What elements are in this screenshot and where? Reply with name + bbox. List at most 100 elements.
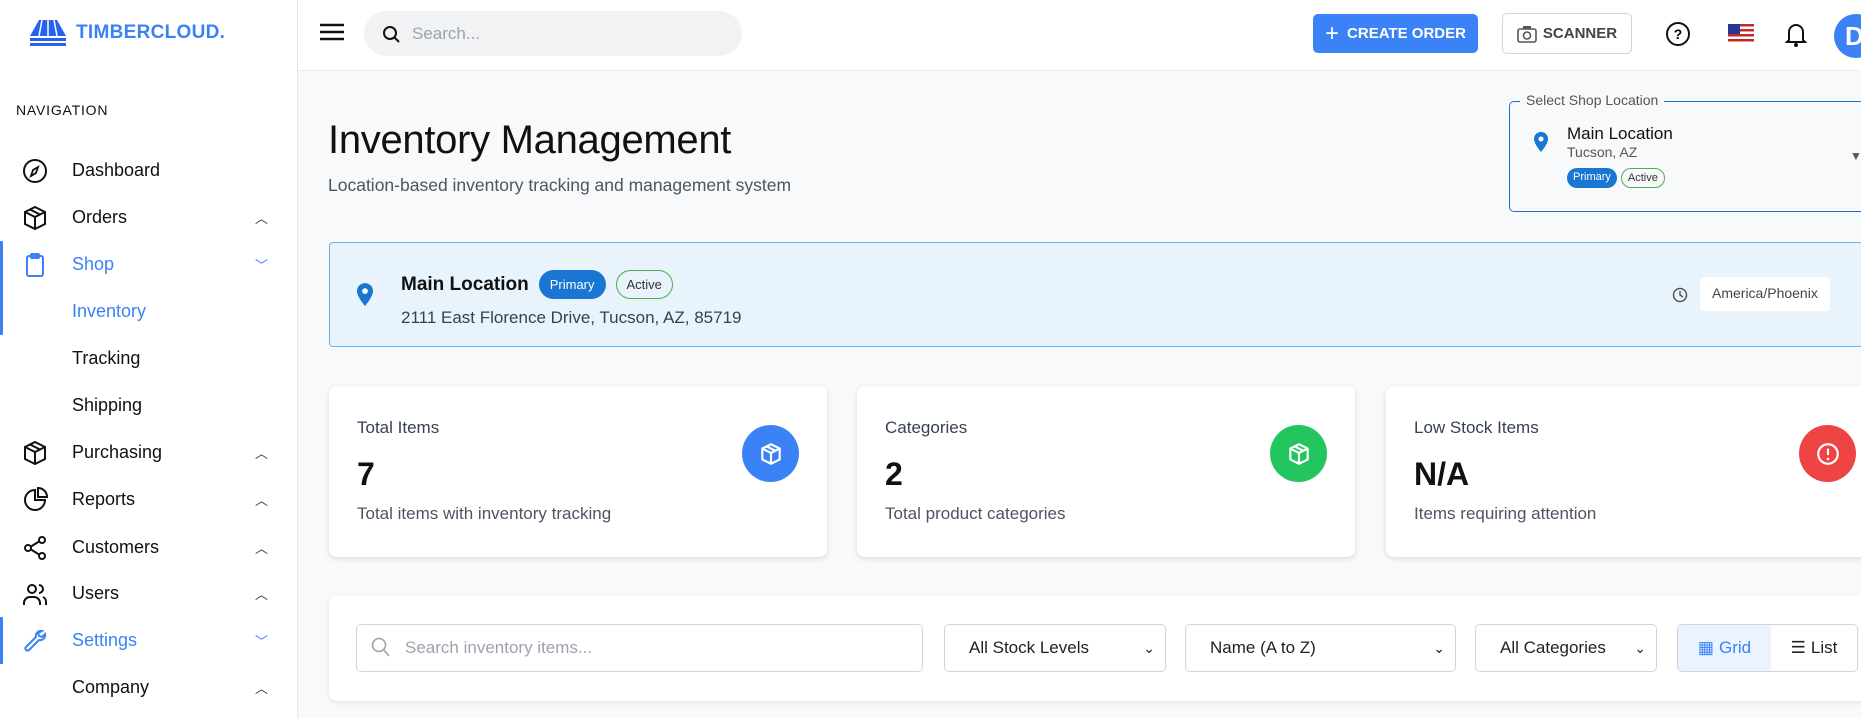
alert-circle-icon (1816, 442, 1839, 465)
grid-icon: ▦ (1697, 638, 1714, 657)
chevron-down-icon: ⌄ (1143, 639, 1155, 656)
stat-icon-badge (1270, 425, 1327, 482)
timezone-chip: America/Phoenix (1700, 277, 1830, 311)
avatar-initial: D (1845, 20, 1861, 51)
sidebar-item-tracking[interactable]: Tracking (0, 335, 298, 382)
sidebar-item-shipping[interactable]: Shipping (0, 382, 298, 429)
chevron-up-icon: ︿ (255, 681, 269, 696)
svg-text:?: ? (1674, 26, 1683, 42)
stat-description: Total items with inventory tracking (357, 504, 612, 523)
primary-badge: Primary (1567, 168, 1617, 188)
sidebar-item-label: Shop (72, 254, 115, 274)
map-pin-icon (357, 283, 373, 306)
camera-icon (1517, 25, 1537, 43)
sort-select[interactable]: Name (A to Z) ⌄ (1185, 624, 1456, 672)
stat-card-categories: Categories 2 Total product categories (857, 386, 1355, 557)
location-city: Tucson, AZ (1567, 144, 1638, 160)
active-badge: Active (615, 270, 673, 299)
users-icon (23, 583, 47, 605)
sidebar-item-settings[interactable]: Settings ﹀ (0, 617, 298, 664)
page-title: Inventory Management (328, 118, 732, 162)
menu-icon[interactable] (320, 22, 344, 47)
chevron-down-icon: ⌄ (1634, 639, 1646, 656)
sidebar-item-label: Reports (72, 489, 136, 509)
sidebar-item-label: Customers (72, 537, 160, 557)
sidebar-item-reports[interactable]: Reports ︿ (0, 476, 298, 523)
banner-location-name: Main Location (401, 273, 529, 295)
global-search-input[interactable]: Search... (364, 11, 742, 56)
stat-icon-badge (742, 425, 799, 482)
wrench-icon (24, 629, 47, 652)
active-badge: Active (1620, 168, 1665, 188)
sidebar-item-inventory[interactable]: Inventory (0, 288, 298, 335)
sidebar-item-customers[interactable]: Customers ︿ (0, 524, 298, 571)
chevron-up-icon: ︿ (255, 446, 269, 461)
sidebar-item-purchasing[interactable]: Purchasing ︿ (0, 429, 298, 476)
cube-icon (760, 442, 781, 465)
bell-icon[interactable] (1784, 21, 1808, 52)
filter-panel: Search inventory items... All Stock Leve… (329, 596, 1861, 701)
stock-level-select[interactable]: All Stock Levels ⌄ (944, 624, 1166, 672)
pie-chart-icon (24, 486, 48, 511)
map-pin-icon (1534, 132, 1548, 152)
sidebar-item-orders[interactable]: Orders ︿ (0, 194, 298, 241)
stock-level-value: All Stock Levels (969, 638, 1089, 657)
grid-view-button[interactable]: ▦ Grid (1678, 625, 1771, 671)
list-view-button[interactable]: ☰ List (1771, 638, 1857, 658)
chevron-down-icon: ﹀ (255, 258, 269, 273)
help-icon[interactable]: ? (1665, 21, 1691, 52)
category-select[interactable]: All Categories ⌄ (1475, 624, 1657, 672)
scanner-label: SCANNER (1542, 25, 1618, 42)
inventory-search-input[interactable]: Search inventory items... (356, 624, 923, 672)
sidebar-item-users[interactable]: Users ︿ (0, 570, 298, 617)
share-icon (24, 535, 46, 560)
stat-title: Total Items (357, 418, 440, 437)
list-icon: ☰ (1790, 638, 1806, 657)
package-icon (24, 205, 46, 230)
clock-icon (1672, 287, 1688, 303)
location-select-legend: Select Shop Location (1520, 92, 1665, 108)
sidebar-item-shop[interactable]: Shop ﹀ (0, 241, 298, 288)
sidebar-item-label: Company (72, 677, 150, 697)
stat-title: Categories (885, 418, 968, 437)
grid-label: Grid (1718, 638, 1752, 657)
sidebar-item-label: Inventory (72, 301, 147, 321)
sidebar-item-label: Purchasing (72, 442, 163, 462)
list-label: List (1810, 638, 1838, 657)
stat-value: 2 (885, 456, 903, 492)
stat-value: N/A (1414, 456, 1470, 492)
sidebar-item-label: Users (72, 583, 120, 603)
cube-icon (1288, 442, 1309, 465)
plus-icon: + (1325, 19, 1340, 47)
location-name: Main Location (1567, 124, 1673, 143)
logo-icon (30, 20, 66, 46)
create-order-label: CREATE ORDER (1347, 25, 1466, 42)
shop-location-select[interactable]: Select Shop Location Main Location Tucso… (1509, 92, 1861, 212)
search-icon (383, 25, 400, 43)
chevron-down-icon: ﹀ (255, 634, 269, 649)
sidebar-item-label: Tracking (72, 348, 141, 368)
stat-card-low-stock-items: Low Stock Items N/A Items requiring attent… (1386, 386, 1861, 557)
view-toggle: ▦ Grid ☰ List (1677, 624, 1858, 672)
clipboard-icon (26, 252, 44, 277)
logo[interactable]: TIMBERCLOUD. (30, 20, 225, 46)
create-order-button[interactable]: + CREATE ORDER (1313, 14, 1478, 53)
sidebar-item-label: Dashboard (72, 160, 161, 180)
sidebar-item-dashboard[interactable]: Dashboard (0, 147, 298, 194)
chevron-up-icon: ︿ (255, 493, 269, 508)
search-placeholder: Search... (412, 23, 481, 43)
active-indicator (0, 617, 3, 664)
user-avatar[interactable]: D (1834, 14, 1861, 58)
sort-value: Name (A to Z) (1210, 638, 1316, 657)
primary-badge: Primary (538, 270, 606, 299)
scanner-button[interactable]: SCANNER (1502, 13, 1632, 54)
us-flag-icon[interactable] (1728, 24, 1754, 49)
dropdown-arrow-icon: ▼ (1850, 149, 1861, 163)
search-icon (371, 637, 390, 657)
stat-card-total-items: Total Items 7 Total items with inventory t… (329, 386, 827, 557)
navigation-label: NAVIGATION (16, 102, 109, 118)
chevron-down-icon: ⌄ (1433, 639, 1445, 656)
sidebar-item-company[interactable]: Company ︿ (0, 664, 298, 711)
chevron-up-icon: ︿ (255, 541, 269, 556)
stat-title: Low Stock Items (1414, 418, 1539, 437)
